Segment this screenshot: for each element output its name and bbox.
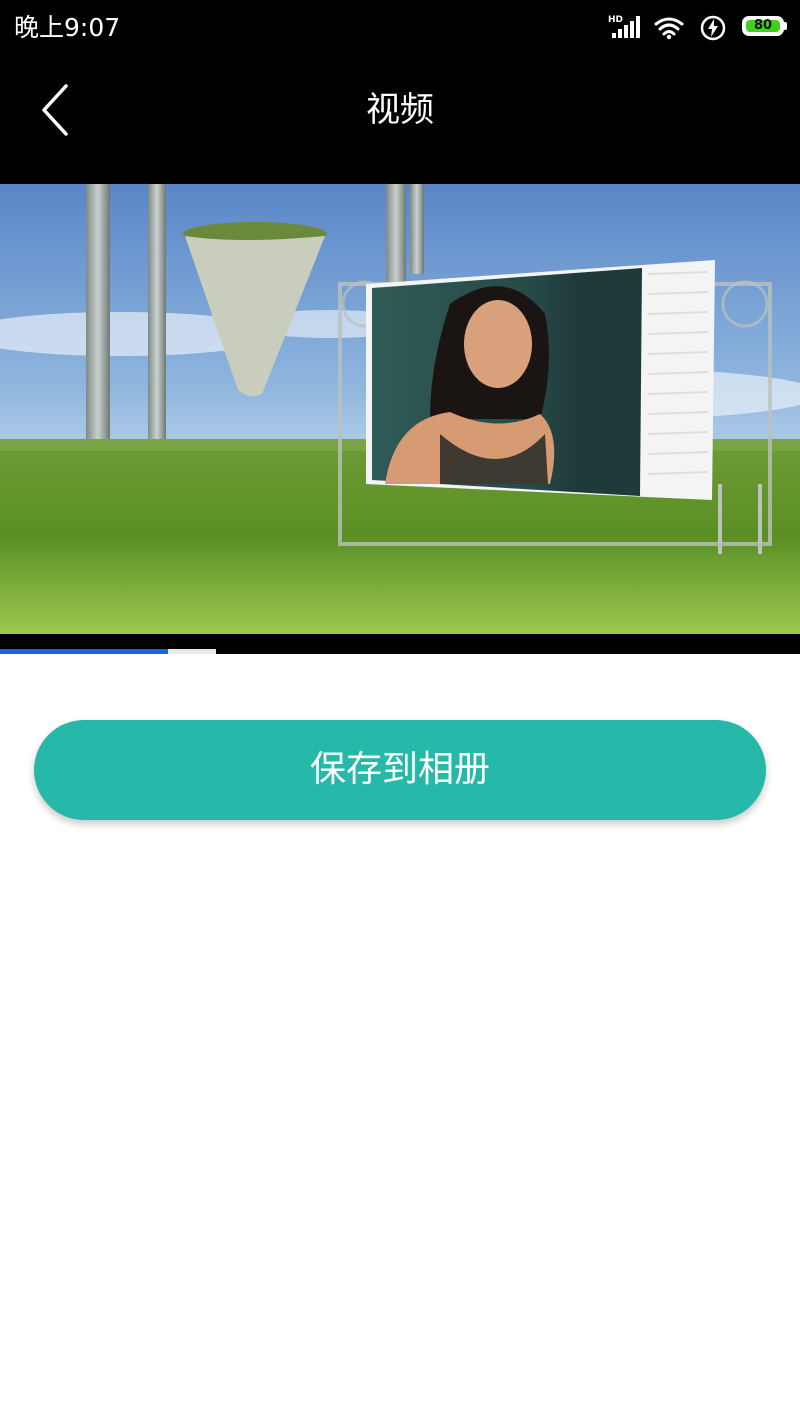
battery-level: 80: [746, 19, 780, 32]
network-label: HD: [608, 15, 623, 25]
save-to-album-button[interactable]: 保存到相册: [34, 720, 766, 820]
video-player[interactable]: [0, 184, 800, 654]
nav-bar: 视频: [0, 56, 800, 184]
video-progress-bar[interactable]: [0, 649, 800, 654]
signal-icon: HD: [608, 15, 640, 38]
battery-icon: 80: [742, 16, 788, 38]
video-frame: [0, 184, 800, 634]
status-icons: HD 80: [588, 10, 788, 46]
page-title: 视频: [366, 90, 434, 130]
progress-played: [0, 649, 168, 654]
charging-icon: [700, 15, 726, 41]
status-bar: 晚上9:07 HD 80: [0, 0, 800, 56]
wifi-icon: [654, 17, 684, 40]
status-time: 晚上9:07: [14, 13, 121, 42]
